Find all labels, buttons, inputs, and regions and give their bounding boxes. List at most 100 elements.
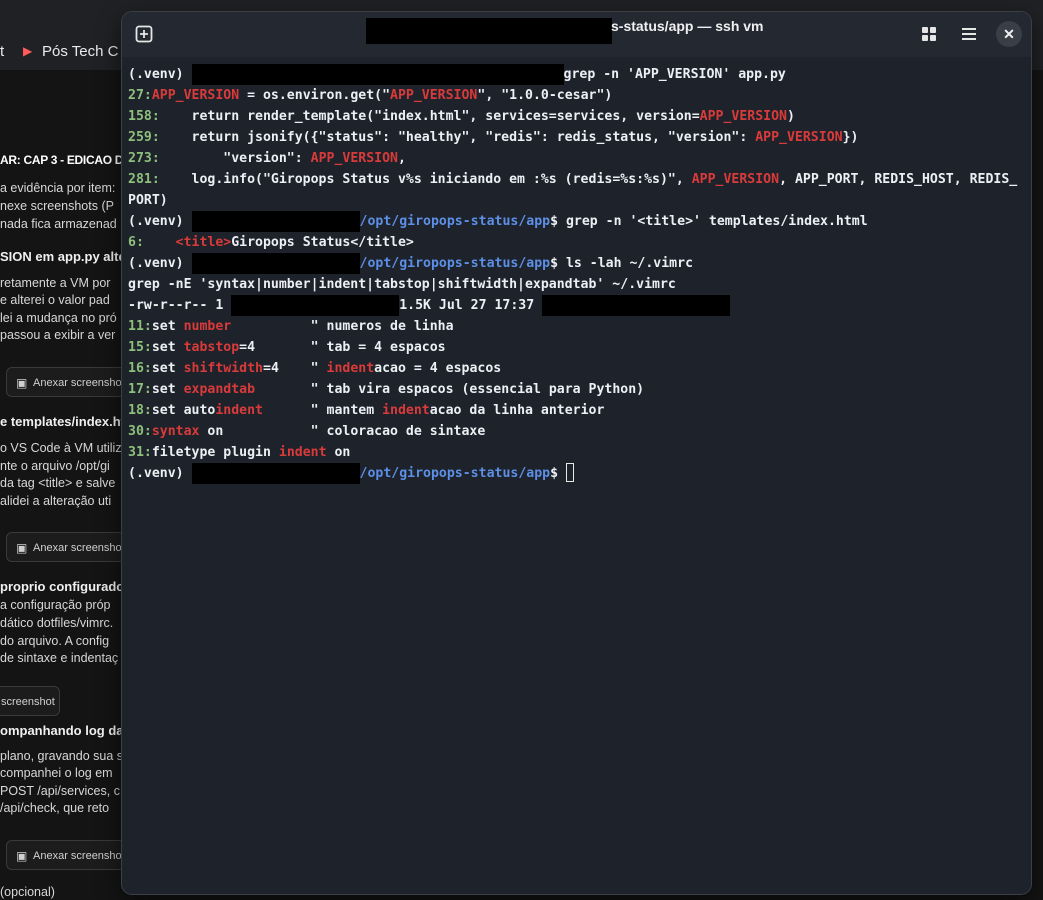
terminal-text: indent <box>215 403 263 418</box>
page-text-line: da tag <title> e salve <box>0 476 116 490</box>
terminal-text: 281: <box>128 172 160 187</box>
menu-button[interactable] <box>953 18 985 50</box>
page-text-line: do arquivo. A config <box>0 634 110 648</box>
terminal-text: return jsonify({"status": "healthy", "re… <box>159 130 756 145</box>
terminal-text: set <box>151 361 184 376</box>
terminal-text: set <box>151 382 184 397</box>
redacted-block <box>191 463 360 484</box>
terminal-text: number <box>183 319 232 334</box>
terminal-text: (.venv) <box>128 67 192 82</box>
terminal-output[interactable]: (.venv) grep -n 'APP_VERSION' app.py 27:A… <box>128 64 1028 484</box>
terminal-line: 281: log.info("Giropops Status v%s inici… <box>128 169 1028 190</box>
terminal-line: 27:APP_VERSION = os.environ.get("APP_VER… <box>128 85 1028 106</box>
page-text-line: e alterei o valor pad <box>0 293 110 307</box>
attach-screenshot-button[interactable]: ▣ Anexar screensho <box>6 367 136 397</box>
terminal-text: grep -nE 'syntax|number|indent|tabstop|s… <box>128 277 676 292</box>
terminal-text: 6: <box>128 235 144 250</box>
new-tab-button[interactable] <box>128 18 160 50</box>
terminal-text: indent <box>278 445 327 460</box>
terminal-text: = os.environ.get(" <box>239 88 391 103</box>
close-button[interactable]: ✕ <box>996 21 1022 47</box>
terminal-text: 16: <box>128 361 152 376</box>
attach-screenshot-button[interactable]: ▣ Anexar screensho <box>6 532 136 562</box>
terminal-text: $ grep -n '<title>' templates/index.html <box>550 214 868 229</box>
terminal-line: 11:set number " numeros de linha <box>128 316 1028 337</box>
browser-tab-title[interactable]: Pós Tech C <box>42 43 118 60</box>
hamburger-icon <box>962 28 976 40</box>
terminal-text: , <box>397 151 406 166</box>
terminal-text: -rw-r--r-- 1 <box>128 298 232 313</box>
terminal-line: grep -nE 'syntax|number|indent|tabstop|s… <box>128 274 1028 295</box>
terminal-text: "version": <box>159 151 311 166</box>
attach-screenshot-button[interactable]: ▣ Anexar screensho <box>6 840 136 870</box>
terminal-text: 31: <box>128 445 152 460</box>
page-text-line: alidei a alteração uti <box>0 494 112 508</box>
terminal-text: /opt/giropops-status/app <box>359 214 551 229</box>
terminal-line: -rw-r--r-- 1 1.5K Jul 27 17:37 <box>128 295 1028 316</box>
terminal-text: filetype plugin <box>151 445 279 460</box>
terminal-text: " numeros de linha <box>231 319 454 334</box>
terminal-text: APP_VERSION <box>691 172 780 187</box>
page-text-line: proprio configurado <box>0 579 125 594</box>
page-text-line: dático dotfiles/vimrc. <box>0 616 114 630</box>
terminal-line: 30:syntax on " coloracao de sintaxe <box>128 421 1028 442</box>
page-text-line: POST /api/services, c <box>0 784 120 798</box>
terminal-text: acao da linha anterior <box>429 403 605 418</box>
terminal-line: 18:set autoindent " mantem indentacao da… <box>128 400 1028 421</box>
tab-overview-button[interactable] <box>913 18 945 50</box>
new-tab-icon <box>135 25 153 43</box>
terminal-text: grep -n 'APP_VERSION' app.py <box>563 67 786 82</box>
page-text-line: nte o arquivo /opt/gi <box>0 459 110 473</box>
terminal-text: =4 " <box>263 361 327 376</box>
terminal-text: /opt/giropops-status/app <box>359 256 551 271</box>
terminal-text: (.venv) <box>128 214 192 229</box>
redacted-block <box>231 295 400 316</box>
terminal-text: 18: <box>128 403 152 418</box>
terminal-text: $ <box>550 466 566 481</box>
terminal-text: 17: <box>128 382 152 397</box>
terminal-text: on <box>326 445 351 460</box>
terminal-line: 158: return render_template("index.html"… <box>128 106 1028 127</box>
page-text-line: a configuração próp <box>0 598 111 612</box>
terminal-text: log.info("Giropops Status v%s iniciando … <box>159 172 692 187</box>
terminal-text: /opt/giropops-status/app <box>359 466 551 481</box>
terminal-text: 1.5K Jul 27 17:37 <box>399 298 543 313</box>
page-text-line: e templates/index.htm <box>0 414 137 429</box>
terminal-header: s-status/app — ssh vm ✕ <box>122 12 1031 57</box>
terminal-line: (.venv) /opt/giropops-status/app$ <box>128 463 1028 484</box>
terminal-text: 27: <box>128 88 152 103</box>
page-text-line: passou a exibir a ver <box>0 328 116 342</box>
page-text-line: de sintaxe e indentaç <box>0 651 119 665</box>
terminal-line: 6: <title>Giropops Status</title> <box>128 232 1028 253</box>
browser-tab-fragment[interactable]: t <box>0 43 4 60</box>
page-text-line: companhei o log em <box>0 766 113 780</box>
terminal-text: set auto <box>151 403 216 418</box>
terminal-line: (.venv) /opt/giropops-status/app$ ls -la… <box>128 253 1028 274</box>
page-text-line: retamente a VM por <box>0 276 111 290</box>
image-icon: ▣ <box>16 376 28 390</box>
terminal-line: 15:set tabstop=4 " tab = 4 espacos <box>128 337 1028 358</box>
terminal-text: }) <box>842 130 859 145</box>
terminal-text: , APP_PORT, REDIS_HOST, REDIS_ <box>779 172 1018 187</box>
redacted-block <box>191 64 564 85</box>
page-text-line: plano, gravando sua s <box>0 749 124 763</box>
terminal-line: PORT) <box>128 190 1028 211</box>
page-text-line: (opcional) <box>0 885 55 899</box>
terminal-text: 30: <box>128 424 152 439</box>
image-icon: ▣ <box>16 541 28 555</box>
terminal-line: 17:set expandtab " tab vira espacos (ess… <box>128 379 1028 400</box>
terminal-text: 11: <box>128 319 152 334</box>
terminal-text: APP_VERSION <box>755 130 843 145</box>
page-text-line: a evidência por item: <box>0 181 116 195</box>
redacted-block <box>542 295 731 316</box>
terminal-window[interactable]: s-status/app — ssh vm ✕ (.venv) grep -n … <box>122 12 1031 894</box>
terminal-text: APP_VERSION <box>699 109 787 124</box>
terminal-text: return render_template("index.html", ser… <box>159 109 700 124</box>
terminal-cursor <box>565 463 574 482</box>
attach-screenshot-button[interactable]: screenshot <box>0 686 60 716</box>
terminal-text: 259: <box>128 130 160 145</box>
terminal-text: indent <box>326 361 375 376</box>
terminal-text: expandtab <box>183 382 256 397</box>
redacted-block <box>191 211 360 232</box>
